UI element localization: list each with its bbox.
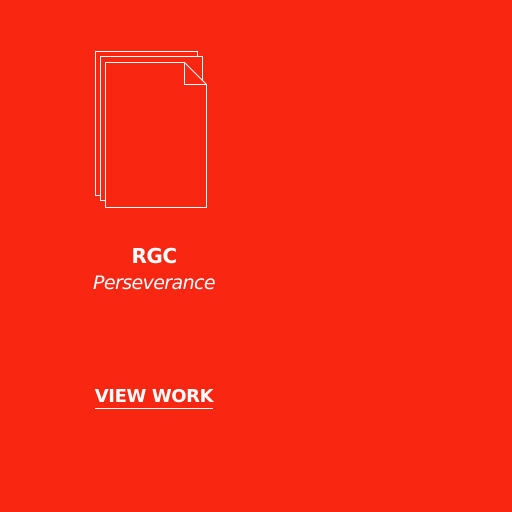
document-stack-icon [94, 50, 210, 212]
view-work-link[interactable]: VIEW WORK [54, 384, 254, 410]
card-title: RGC [131, 244, 178, 268]
card-subtitle: Perseverance [93, 272, 216, 294]
view-work-label: VIEW WORK [94, 386, 214, 409]
